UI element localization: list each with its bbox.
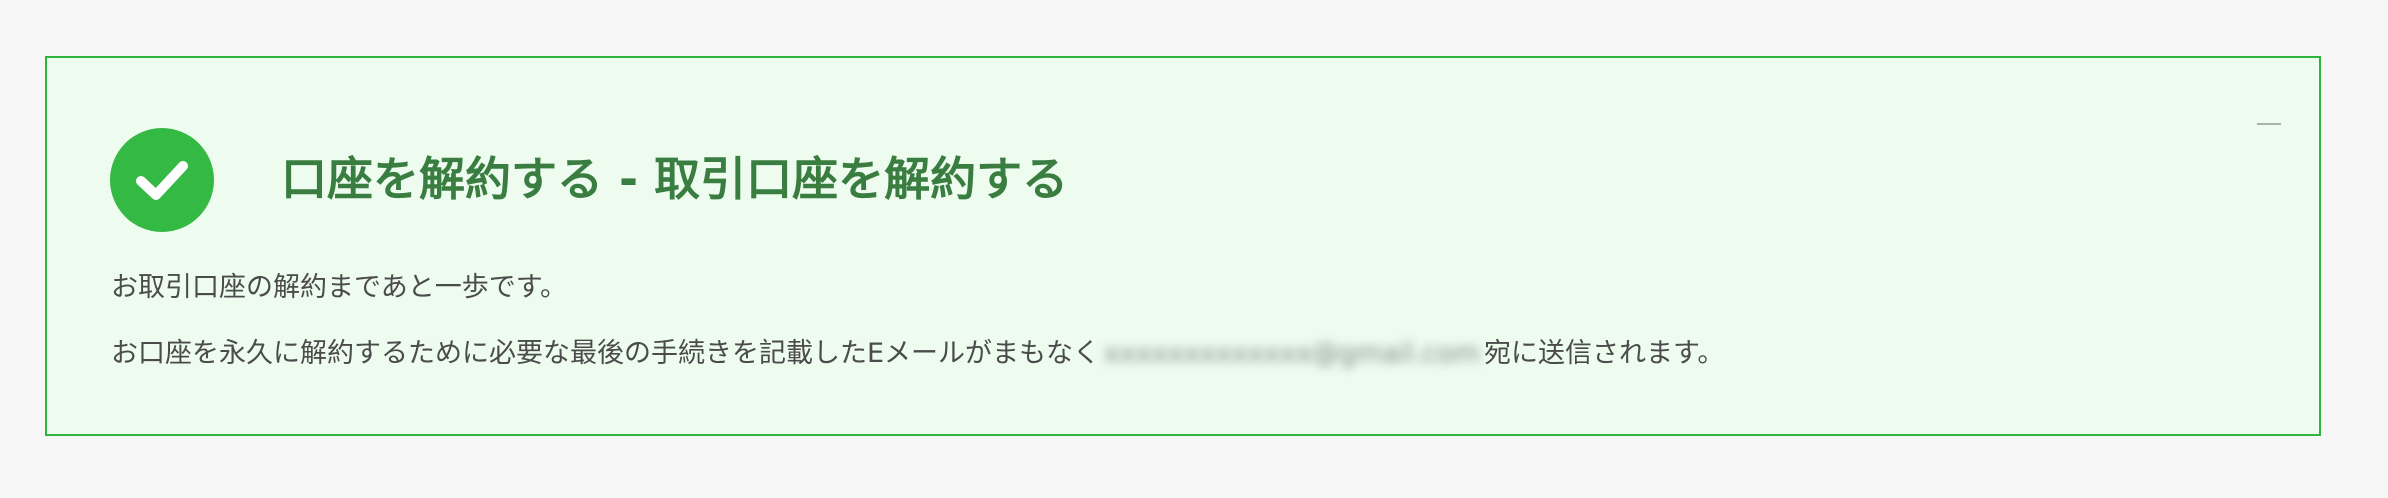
- notice-message-1: お取引口座の解約まであと一歩です。: [111, 272, 568, 303]
- check-circle-icon: [110, 128, 214, 232]
- notice-message-2-suffix: 宛に送信されます。: [1484, 338, 1725, 369]
- collapse-button[interactable]: [2255, 110, 2283, 138]
- notice-title: 口座を解約する - 取引口座を解約する: [281, 152, 1069, 206]
- notice-message-2-prefix: お口座を永久に解約するために必要な最後の手続きを記載したEメールがまもなく: [111, 338, 1101, 369]
- notice-message-2: お口座を永久に解約するために必要な最後の手続きを記載したEメールがまもなく xxx…: [111, 336, 1724, 372]
- redacted-email-address: xxxxxxxxxxxxx@gmail.com: [1104, 338, 1481, 369]
- checkmark-icon: [136, 161, 188, 200]
- minus-icon[interactable]: [2257, 123, 2281, 125]
- success-notice: 口座を解約する - 取引口座を解約する お取引口座の解約まであと一歩です。 お口…: [45, 56, 2321, 436]
